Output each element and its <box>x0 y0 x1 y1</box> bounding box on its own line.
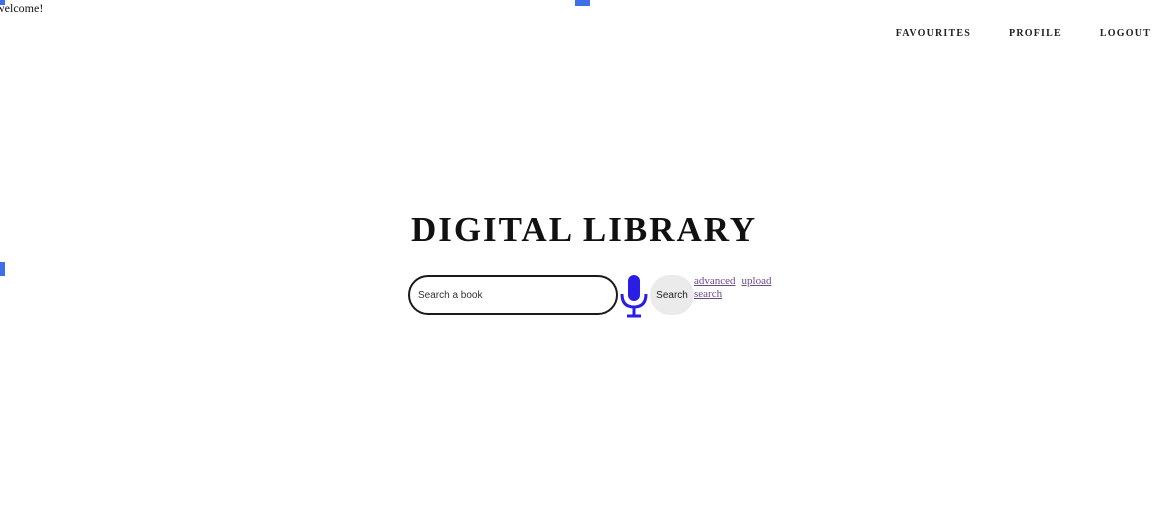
nav-profile-link[interactable]: PROFILE <box>1009 28 1062 39</box>
nav-favourites-link[interactable]: FAVOURITES <box>896 28 971 39</box>
page-title: DIGITAL LIBRARY <box>410 210 758 249</box>
nav-logout-link[interactable]: LOGOUT <box>1100 28 1151 39</box>
focus-marker <box>0 262 5 276</box>
microphone-icon[interactable] <box>618 274 650 318</box>
search-bar: Search advanced upload search <box>408 274 771 318</box>
welcome-text: welcome! <box>0 1 44 15</box>
search-links: advanced upload search <box>694 275 771 301</box>
search-input[interactable] <box>408 275 618 315</box>
focus-marker <box>575 0 590 6</box>
advanced-search-link[interactable]: advanced <box>694 275 736 288</box>
advanced-search-link-line2[interactable]: search <box>694 288 722 301</box>
upload-link[interactable]: upload <box>742 275 772 288</box>
top-nav: FAVOURITES PROFILE LOGOUT <box>858 28 1151 39</box>
search-button[interactable]: Search <box>650 275 694 315</box>
